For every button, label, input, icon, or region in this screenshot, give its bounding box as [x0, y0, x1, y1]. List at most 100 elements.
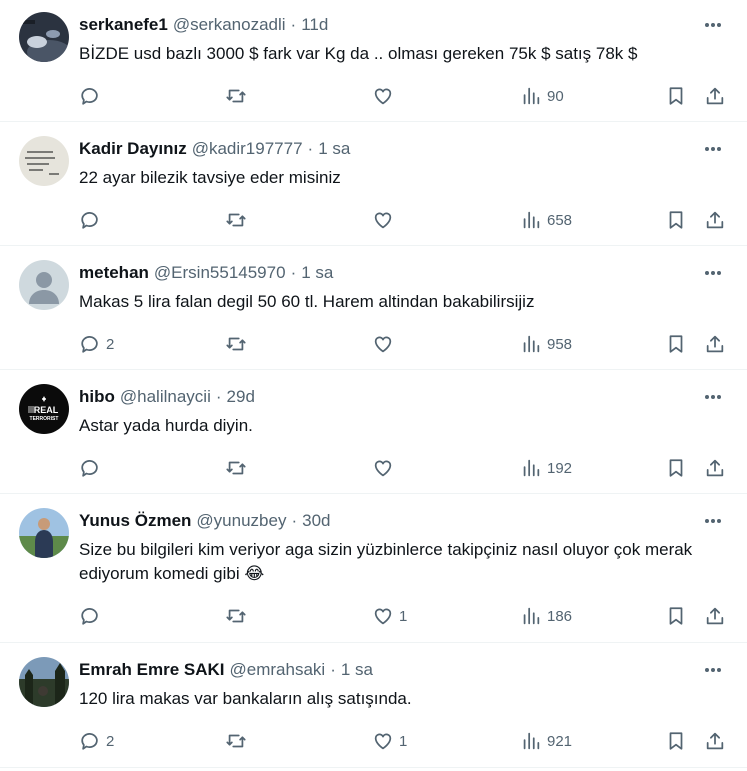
tweet[interactable]: serkanefe1 @serkanozadli · 11d BİZDE usd…: [0, 0, 747, 122]
like-button[interactable]: [372, 84, 399, 108]
retweet-button[interactable]: [225, 729, 247, 753]
more-icon[interactable]: [701, 659, 725, 681]
views-button[interactable]: 186: [520, 604, 572, 628]
like-button[interactable]: 1: [372, 729, 407, 753]
bookmark-icon: [669, 607, 683, 625]
view-count: 958: [547, 335, 573, 353]
reply-button[interactable]: 2: [79, 729, 114, 753]
separator-dot: ·: [330, 660, 336, 679]
tweet[interactable]: Kadir Dayınız @kadir197777 · 1 sa 22 aya…: [0, 122, 747, 246]
tweet-header: metehan @Ersin55145970 · 1 sa: [79, 262, 731, 284]
avatar[interactable]: REAL TERRORIST: [19, 384, 69, 434]
tweet[interactable]: Emrah Emre SAKI @emrahsaki · 1 sa 120 li…: [0, 643, 747, 768]
retweet-button[interactable]: [225, 604, 247, 628]
share-button[interactable]: [704, 729, 726, 753]
user-handle[interactable]: @emrahsaki: [230, 660, 326, 680]
retweet-button[interactable]: [225, 208, 247, 232]
replies-feed: serkanefe1 @serkanozadli · 11d BİZDE usd…: [0, 0, 747, 768]
reply-button[interactable]: [79, 208, 106, 232]
bookmark-icon: [669, 459, 683, 477]
share-button[interactable]: [704, 456, 726, 480]
views-button[interactable]: 658: [520, 208, 572, 232]
display-name[interactable]: Kadir Dayınız: [79, 139, 187, 159]
avatar[interactable]: [19, 12, 69, 62]
user-handle[interactable]: @kadir197777: [192, 139, 303, 159]
timestamp[interactable]: 1 sa: [301, 263, 333, 283]
timestamp[interactable]: 11d: [301, 15, 328, 35]
more-icon[interactable]: [701, 138, 725, 160]
like-button[interactable]: [372, 456, 399, 480]
reply-icon: [81, 88, 98, 105]
reply-button[interactable]: 2: [79, 332, 114, 356]
tweet-text: Astar yada hurda diyin.: [79, 416, 253, 435]
separator-dot: ·: [290, 263, 297, 282]
avatar[interactable]: [19, 657, 69, 707]
user-handle[interactable]: @halilnaycii: [120, 387, 211, 407]
retweet-icon: [226, 461, 246, 475]
bookmark-button[interactable]: [665, 604, 687, 628]
views-button[interactable]: 192: [520, 456, 572, 480]
share-icon: [706, 211, 724, 229]
tweet-header: serkanefe1 @serkanozadli · 11d: [79, 14, 731, 36]
user-handle[interactable]: @yunuzbey: [196, 511, 286, 531]
views-button[interactable]: 921: [520, 729, 572, 753]
view-count: 186: [547, 607, 573, 625]
heart-icon: [374, 460, 392, 477]
display-name[interactable]: serkanefe1: [79, 15, 168, 35]
more-icon[interactable]: [701, 386, 725, 408]
retweet-button[interactable]: [225, 456, 247, 480]
tweet[interactable]: REAL TERRORIST hibo @halilnaycii · 29d A…: [0, 370, 747, 494]
user-handle[interactable]: @Ersin55145970: [154, 263, 286, 283]
bookmark-button[interactable]: [665, 332, 687, 356]
tweet[interactable]: Yunus Özmen @yunuzbey · 30d Size bu bilg…: [0, 494, 747, 643]
share-button[interactable]: [704, 208, 726, 232]
reply-button[interactable]: [79, 84, 106, 108]
like-button[interactable]: 1: [372, 604, 407, 628]
share-icon: [706, 607, 724, 625]
tweet[interactable]: metehan @Ersin55145970 · 1 sa Makas 5 li…: [0, 246, 747, 370]
avatar[interactable]: [19, 508, 69, 558]
reply-button[interactable]: [79, 456, 106, 480]
display-name[interactable]: metehan: [79, 263, 149, 283]
view-count: 192: [547, 459, 573, 477]
user-handle[interactable]: @serkanozadli: [173, 15, 286, 35]
views-button[interactable]: 958: [520, 332, 572, 356]
retweet-button[interactable]: [225, 332, 247, 356]
more-icon[interactable]: [701, 14, 725, 36]
display-name[interactable]: Yunus Özmen: [79, 511, 191, 531]
timestamp[interactable]: 29d: [227, 387, 255, 407]
like-button[interactable]: [372, 332, 399, 356]
heart-icon: [374, 88, 392, 105]
timestamp[interactable]: 1 sa: [318, 139, 350, 159]
reply-icon: [81, 608, 98, 625]
bookmark-button[interactable]: [665, 208, 687, 232]
tweet-actions: 2 958: [79, 332, 731, 356]
bookmark-button[interactable]: [665, 84, 687, 108]
share-icon: [706, 732, 724, 750]
share-button[interactable]: [704, 84, 726, 108]
tweet-text: 22 ayar bilezik tavsiye eder misiniz: [79, 168, 341, 187]
avatar[interactable]: [19, 136, 69, 186]
views-button[interactable]: 90: [520, 84, 564, 108]
reply-icon: [81, 212, 98, 229]
timestamp[interactable]: 30d: [302, 511, 330, 531]
like-button[interactable]: [372, 208, 399, 232]
tweet-actions: 90: [79, 84, 731, 108]
display-name[interactable]: hibo: [79, 387, 115, 407]
avatar[interactable]: [19, 260, 69, 310]
reply-icon: [81, 460, 98, 477]
more-icon[interactable]: [701, 262, 725, 284]
more-icon[interactable]: [701, 510, 725, 532]
bookmark-button[interactable]: [665, 729, 687, 753]
share-button[interactable]: [704, 332, 726, 356]
tweet-actions: 192: [79, 456, 731, 480]
share-button[interactable]: [704, 604, 726, 628]
timestamp[interactable]: 1 sa: [341, 660, 373, 680]
tweet-header: hibo @halilnaycii · 29d: [79, 386, 731, 408]
retweet-button[interactable]: [225, 84, 247, 108]
view-count: 90: [547, 87, 564, 105]
bookmark-button[interactable]: [665, 456, 687, 480]
display-name[interactable]: Emrah Emre SAKI: [79, 660, 225, 680]
reply-button[interactable]: [79, 604, 106, 628]
tweet-header: Emrah Emre SAKI @emrahsaki · 1 sa: [79, 659, 731, 681]
